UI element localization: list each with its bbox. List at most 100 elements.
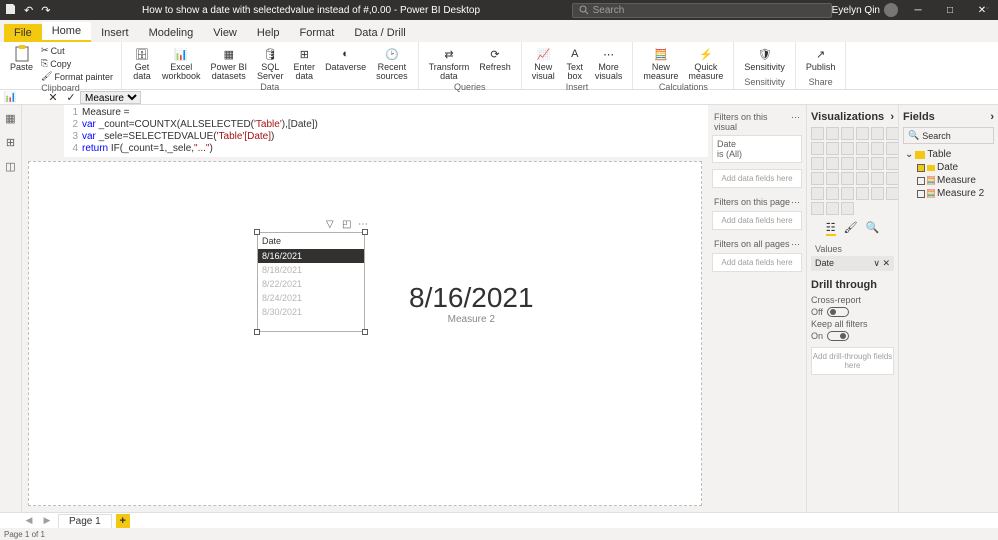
tab-file[interactable]: File	[4, 24, 42, 42]
quick-measure-button[interactable]: ⚡Quick measure	[684, 44, 727, 82]
maximize-button[interactable]: □	[938, 0, 962, 20]
recent-sources-button[interactable]: 🕑Recent sources	[372, 44, 412, 82]
viz-type-icon[interactable]	[826, 142, 839, 155]
viz-type-icon[interactable]	[811, 142, 824, 155]
add-all-filter[interactable]: Add data fields here	[712, 253, 802, 272]
publish-button[interactable]: ↗Publish	[802, 44, 840, 73]
viz-type-icon[interactable]	[856, 187, 869, 200]
viz-type-icon[interactable]	[826, 127, 839, 140]
viz-type-icon[interactable]	[826, 187, 839, 200]
slicer-item[interactable]: 8/22/2021	[258, 277, 364, 291]
viz-type-icon[interactable]	[841, 187, 854, 200]
fields-search[interactable]: 🔍 Search	[903, 127, 994, 144]
resize-handle[interactable]	[254, 229, 260, 235]
cross-report-toggle[interactable]	[827, 307, 849, 317]
page-tab-1[interactable]: Page 1	[58, 514, 112, 528]
tab-help[interactable]: Help	[247, 24, 290, 42]
paste-button[interactable]: Paste	[6, 44, 37, 73]
page-prev[interactable]: ◀	[22, 515, 36, 526]
viz-type-icon[interactable]	[811, 187, 824, 200]
viz-type-icon[interactable]	[826, 172, 839, 185]
format-painter-button[interactable]: 🖌 Format painter	[39, 70, 115, 83]
report-canvas[interactable]: ▽ ◰ ⋯ Date 8/16/2021 8/18/2021 8/22/2021…	[28, 161, 702, 506]
slicer-item[interactable]: 8/18/2021	[258, 263, 364, 277]
dataverse-button[interactable]: ◐Dataverse	[321, 44, 370, 73]
data-view-icon[interactable]: ⊞	[4, 135, 18, 149]
field-measure[interactable]: 🧮 Measure	[903, 174, 994, 187]
viz-type-icon[interactable]	[856, 157, 869, 170]
model-view-icon[interactable]: ◫	[4, 159, 18, 173]
slicer-filter-icon[interactable]: ▽	[326, 219, 336, 229]
view-report-icon[interactable]: 📊	[4, 92, 44, 103]
viz-type-icon[interactable]	[841, 142, 854, 155]
analytics-well-icon[interactable]: 🔍	[866, 221, 880, 236]
viz-type-icon[interactable]	[811, 202, 824, 215]
table-node[interactable]: ⌄ Table	[903, 148, 994, 161]
viz-type-icon[interactable]	[826, 202, 839, 215]
checkbox-icon[interactable]	[917, 177, 925, 185]
save-icon[interactable]	[4, 3, 16, 18]
keep-filters-toggle[interactable]	[827, 331, 849, 341]
checkbox-icon[interactable]	[917, 190, 925, 198]
new-visual-button[interactable]: 📈New visual	[528, 44, 559, 82]
tab-home[interactable]: Home	[42, 22, 91, 42]
excel-button[interactable]: 📊Excel workbook	[158, 44, 205, 82]
pbi-datasets-button[interactable]: ▦Power BI datasets	[207, 44, 252, 82]
page-next[interactable]: ▶	[40, 515, 54, 526]
user-badge[interactable]: Eyelyn Qin	[832, 3, 898, 17]
field-measure-2[interactable]: 🧮 Measure 2	[903, 187, 994, 200]
value-field-date[interactable]: Date∨ ✕	[811, 256, 894, 271]
tab-insert[interactable]: Insert	[91, 24, 139, 42]
expand-formula-icon[interactable]: ⌄	[984, 2, 994, 12]
sql-button[interactable]: 🛢SQL Server	[253, 44, 288, 82]
slicer-item[interactable]: 8/30/2021	[258, 305, 364, 319]
viz-gallery[interactable]	[811, 127, 894, 215]
tab-modeling[interactable]: Modeling	[139, 24, 204, 42]
card-visual[interactable]: 8/16/2021 Measure 2	[409, 282, 534, 325]
add-page-button[interactable]: +	[116, 514, 130, 528]
viz-type-icon[interactable]	[871, 142, 884, 155]
viz-type-icon[interactable]	[811, 157, 824, 170]
checkbox-icon[interactable]	[917, 164, 925, 172]
add-visual-filter[interactable]: Add data fields here	[712, 169, 802, 188]
more-visuals-button[interactable]: ⋯More visuals	[591, 44, 627, 82]
report-view-icon[interactable]: ▦	[4, 111, 18, 125]
minimize-button[interactable]: ─	[906, 0, 930, 20]
cut-button[interactable]: ✂ Cut	[39, 44, 115, 57]
add-drill-field[interactable]: Add drill-through fields here	[811, 347, 894, 375]
filter-card-date[interactable]: Date is (All)	[712, 135, 802, 163]
viz-type-icon[interactable]	[826, 157, 839, 170]
date-slicer[interactable]: ▽ ◰ ⋯ Date 8/16/2021 8/18/2021 8/22/2021…	[257, 232, 365, 332]
measure-selector[interactable]: Measure	[80, 91, 141, 104]
resize-handle[interactable]	[362, 229, 368, 235]
tab-view[interactable]: View	[203, 24, 247, 42]
slicer-focus-icon[interactable]: ◰	[342, 219, 352, 229]
copy-button[interactable]: ⎘ Copy	[39, 57, 115, 70]
global-search[interactable]: Search	[572, 3, 832, 18]
tab-format[interactable]: Format	[290, 24, 345, 42]
viz-type-icon[interactable]	[871, 157, 884, 170]
undo-icon[interactable]: ↶	[24, 4, 33, 17]
viz-type-icon[interactable]	[811, 127, 824, 140]
resize-handle[interactable]	[254, 329, 260, 335]
resize-handle[interactable]	[362, 329, 368, 335]
sensitivity-button[interactable]: 🛡Sensitivity	[740, 44, 789, 73]
slicer-more-icon[interactable]: ⋯	[358, 219, 368, 229]
viz-type-icon[interactable]	[871, 127, 884, 140]
viz-type-icon[interactable]	[841, 172, 854, 185]
field-date[interactable]: Date	[903, 161, 994, 174]
viz-type-icon[interactable]	[841, 157, 854, 170]
formula-cancel[interactable]: ✕	[44, 91, 62, 104]
slicer-item[interactable]: 8/16/2021	[258, 249, 364, 263]
transform-data-button[interactable]: ⇄Transform data	[425, 44, 474, 82]
add-page-filter[interactable]: Add data fields here	[712, 211, 802, 230]
tab-data-drill[interactable]: Data / Drill	[344, 24, 415, 42]
viz-type-icon[interactable]	[841, 202, 854, 215]
dax-editor[interactable]: 1Measure = 2var _count=COUNTX(ALLSELECTE…	[64, 105, 708, 157]
viz-type-icon[interactable]	[841, 127, 854, 140]
viz-type-icon[interactable]	[811, 172, 824, 185]
viz-type-icon[interactable]	[871, 172, 884, 185]
text-box-button[interactable]: AText box	[561, 44, 589, 82]
redo-icon[interactable]: ↷	[41, 4, 50, 17]
enter-data-button[interactable]: ⊞Enter data	[290, 44, 320, 82]
